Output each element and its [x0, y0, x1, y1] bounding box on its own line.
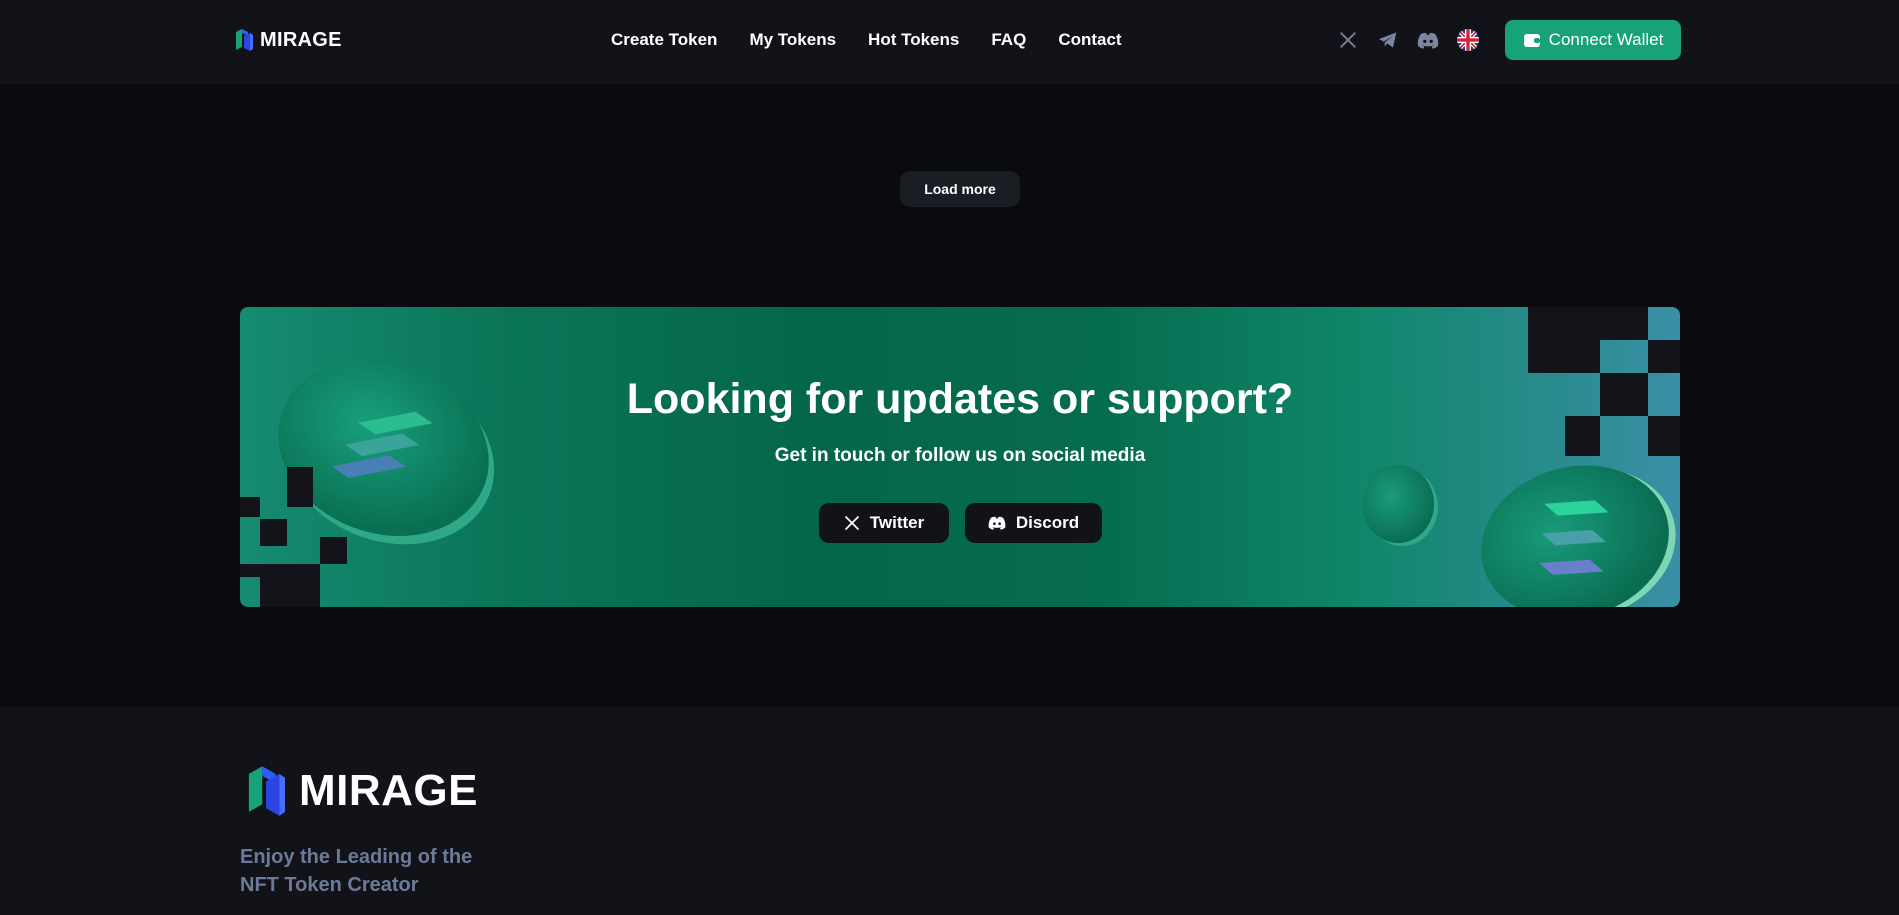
- uk-flag-icon[interactable]: [1457, 29, 1479, 51]
- discord-icon[interactable]: [1417, 29, 1439, 51]
- discord-icon: [988, 516, 1006, 530]
- nav-hot-tokens[interactable]: Hot Tokens: [868, 30, 959, 50]
- small-coin-decoration: [1362, 465, 1434, 543]
- banner-title: Looking for updates or support?: [626, 375, 1294, 423]
- nav-contact[interactable]: Contact: [1058, 30, 1121, 50]
- x-icon: [844, 516, 859, 530]
- pixel-decoration: [287, 467, 313, 507]
- load-more-button[interactable]: Load more: [900, 171, 1020, 207]
- banner-social-buttons: Twitter Discord: [819, 503, 1102, 543]
- pixel-decoration: [240, 497, 260, 517]
- brand-logo[interactable]: MIRAGE: [234, 28, 342, 52]
- pixel-decoration: [240, 564, 320, 577]
- connect-wallet-button[interactable]: Connect Wallet: [1505, 20, 1681, 60]
- footer-tagline: Enjoy the Leading of the NFT Token Creat…: [240, 846, 473, 896]
- wallet-icon: [1523, 34, 1540, 47]
- footer-brand-name: MIRAGE: [299, 766, 478, 815]
- right-coin-decoration: [1463, 444, 1680, 607]
- telegram-icon[interactable]: [1377, 29, 1399, 51]
- pixel-decoration: [1528, 340, 1600, 373]
- pixel-decoration: [1528, 307, 1648, 340]
- site-header: MIRAGE Create Token My Tokens Hot Tokens…: [0, 0, 1899, 84]
- twitter-label: Twitter: [869, 513, 925, 532]
- banner-subtitle: Get in touch or follow us on social medi…: [774, 445, 1146, 466]
- x-icon[interactable]: [1337, 29, 1359, 51]
- discord-button[interactable]: Discord: [965, 503, 1102, 543]
- mirage-logo-icon: [236, 29, 253, 51]
- site-footer: MIRAGE Enjoy the Leading of the NFT Toke…: [0, 707, 1899, 915]
- nav-my-tokens[interactable]: My Tokens: [749, 30, 836, 50]
- twitter-button[interactable]: Twitter: [819, 503, 949, 543]
- main-nav: Create Token My Tokens Hot Tokens FAQ Co…: [611, 30, 1122, 50]
- nav-create-token[interactable]: Create Token: [611, 30, 717, 50]
- nav-faq[interactable]: FAQ: [991, 30, 1026, 50]
- pixel-decoration: [1648, 340, 1680, 373]
- pixel-decoration: [260, 577, 320, 607]
- mirage-logo-icon: [248, 766, 285, 816]
- pixel-decoration: [260, 519, 287, 546]
- support-banner: Looking for updates or support? Get in t…: [240, 307, 1680, 607]
- connect-wallet-label: Connect Wallet: [1548, 30, 1664, 49]
- header-actions: Connect Wallet: [1337, 20, 1681, 60]
- discord-label: Discord: [1015, 513, 1080, 532]
- footer-brand-logo[interactable]: MIRAGE: [247, 764, 478, 818]
- brand-name: MIRAGE: [260, 28, 342, 51]
- pixel-decoration: [320, 537, 347, 564]
